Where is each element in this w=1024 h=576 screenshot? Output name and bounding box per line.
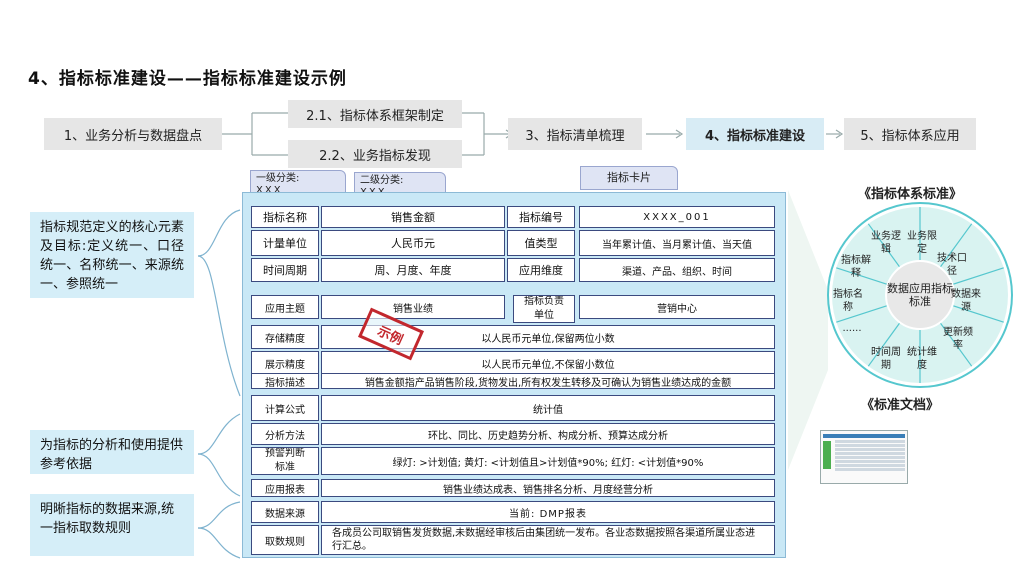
indicator-card: 指标名称 销售金额 指标编号 XXXX_001 计量单位 人民币元 值类型 当年… [242,192,786,558]
flow-arrow-4-5 [826,129,844,139]
flow-step-4: 4、指标标准建设 [686,118,824,150]
flow-step-3: 3、指标清单梳理 [508,118,642,150]
cell-desc-value: 销售金额指产品销售阶段,货物发出,所有权发生转移及可确认为销售业绩达成的金额 [321,373,775,389]
cell-period-value: 周、月度、年度 [321,258,505,282]
flow-arrow-3-4 [646,129,684,139]
cell-owner-label: 指标负责单位 [513,295,575,323]
cell-code-label: 指标编号 [507,206,575,228]
ring-segment-frequency: 更新频率 [943,327,973,351]
level1-label: 一级分类: [256,173,300,184]
cell-source-value: 当前: DMP报表 [321,501,775,523]
cell-theme-label: 应用主题 [251,295,319,319]
note-analysis-reference: 为指标的分析和使用提供参考依据 [30,430,194,474]
flow-connector-split [222,112,292,156]
cell-valtype-value: 当年累计值、当月累计值、当天值 [579,230,775,256]
cell-name-label: 指标名称 [251,206,319,228]
doc-title: 《标准文档》 [860,398,939,413]
standard-doc-thumbnail [820,430,908,484]
cell-warn-value: 绿灯: >计划值; 黄灯: <计划值且>计划值*90%; 红灯: <计划值*90… [321,447,775,475]
flow-step-2-2: 2.2、业务指标发现 [288,140,462,168]
ring-center-label: 数据应用指标标准 [887,282,953,308]
cell-desc-label: 指标描述 [251,373,319,389]
cell-storage-label: 存储精度 [251,325,319,349]
cell-rule-value: 各成员公司取销售发货数据,未数据经审核后由集团统一发布。各业态数据按照各渠道所属… [321,525,775,555]
flow-step-1: 1、业务分析与数据盘点 [44,118,222,150]
cell-display-label: 展示精度 [251,351,319,375]
note-data-source: 明晰指标的数据来源,统一指标取数规则 [30,494,194,556]
brace-connectors [197,209,241,559]
tab-level1-category: 一级分类: XXX [250,170,346,196]
cell-method-value: 环比、同比、历史趋势分析、构成分析、预算达成分析 [321,423,775,445]
cell-formula-label: 计算公式 [251,395,319,421]
flow-step-2-1: 2.1、指标体系框架制定 [288,100,462,128]
cell-display-value: 以人民币元单位,不保留小数位 [321,351,775,375]
ring-segment-source: 数据来源 [951,289,981,313]
cell-unit-value: 人民币元 [321,230,505,256]
ring-segment-name: 指标名称 [833,289,863,313]
ring-segment-more: ...... [842,323,862,334]
cell-source-label: 数据来源 [251,501,319,523]
ring-segment-tech: 技术口径 [937,253,967,277]
page-title: 4、指标标准建设——指标标准建设示例 [28,69,347,89]
cell-valtype-label: 值类型 [507,230,575,256]
level2-label: 二级分类: [360,175,404,186]
ring-segment-logic: 业务逻辑 [871,231,901,255]
cell-theme-value: 销售业绩 [321,295,505,319]
cell-unit-label: 计量单位 [251,230,319,256]
cell-method-label: 分析方法 [251,423,319,445]
cell-warn-label: 预警判断标准 [251,447,319,475]
cell-dim-value: 渠道、产品、组织、时间 [579,258,775,282]
ring-segment-period: 时间周期 [871,347,901,371]
ring-segment-scope: 业务限定 [907,231,937,255]
cell-report-label: 应用报表 [251,479,319,497]
tab-indicator-card: 指标卡片 [580,166,678,190]
flow-step-5: 5、指标体系应用 [844,118,976,150]
cell-report-value: 销售业绩达成表、销售排名分析、月度经营分析 [321,479,775,497]
flow-connector-merge [462,112,512,156]
stamp-text: 示例 [375,323,406,348]
ring-segment-dimension: 统计维度 [907,347,937,371]
ring-segment-explain: 指标解释 [841,255,871,279]
cell-owner-value: 营销中心 [579,295,775,319]
cell-dim-label: 应用维度 [507,258,575,282]
note-core-elements: 指标规范定义的核心元素及目标:定义统一、口径统一、名称统一、来源统一、参照统一 [30,212,194,298]
cell-period-label: 时间周期 [251,258,319,282]
cell-formula-value: 统计值 [321,395,775,421]
cell-name-value: 销售金额 [321,206,505,228]
cell-rule-label: 取数规则 [251,525,319,555]
cell-code-value: XXXX_001 [579,206,775,228]
